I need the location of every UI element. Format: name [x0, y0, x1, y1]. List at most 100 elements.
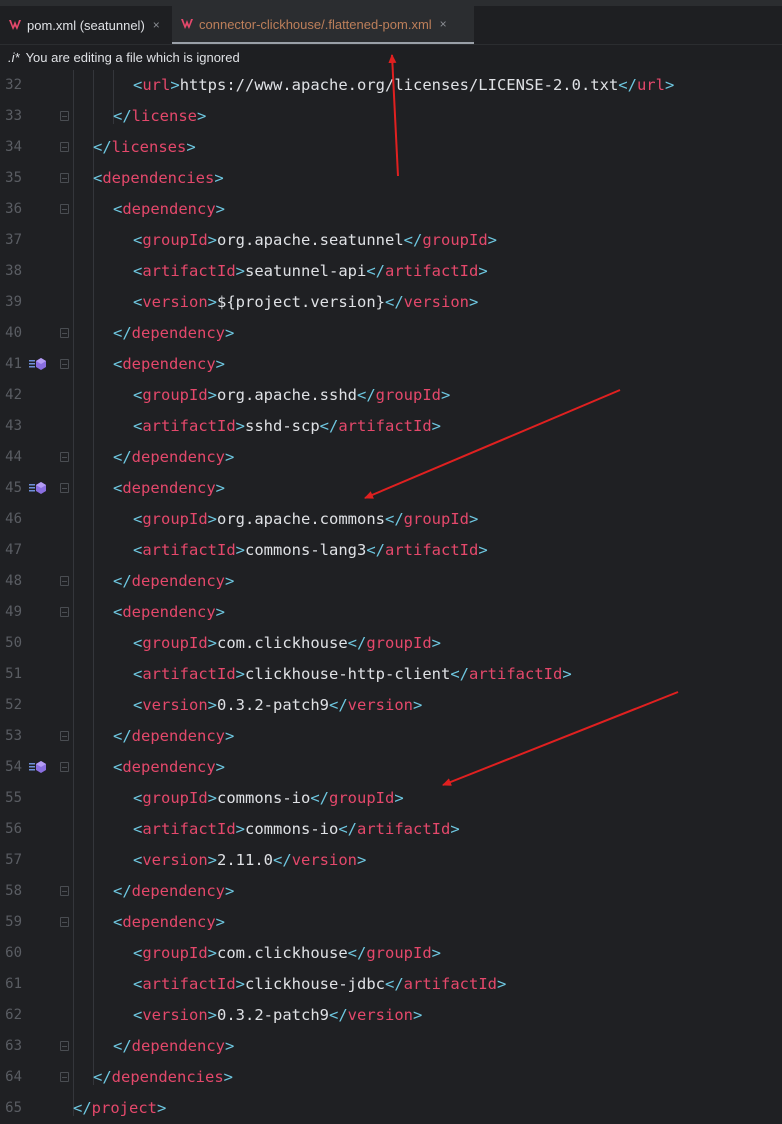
code-line: 39 <version>${project.version}</version> [0, 287, 782, 318]
xml-bracket: > [235, 665, 246, 683]
fold-marker-icon[interactable] [60, 607, 69, 617]
xml-code: <dependency> [113, 752, 225, 783]
fold-marker-icon[interactable] [60, 359, 69, 369]
code-line: 47 <artifactId>commons-lang3</artifactId> [0, 535, 782, 566]
xml-text-value: clickhouse-jdbc [245, 975, 385, 993]
xml-bracket: < [133, 851, 143, 869]
xml-tag-name: dependency [122, 355, 216, 373]
tab-flattened-pom-xml[interactable]: connector-clickhouse/.flattened-pom.xml … [172, 6, 474, 44]
xml-text-value: sshd-scp [245, 417, 320, 435]
xml-code: <groupId>com.clickhouse</groupId> [133, 938, 441, 969]
line-number: 49 [5, 604, 22, 620]
fold-marker-icon[interactable] [60, 576, 69, 586]
line-number: 52 [5, 697, 22, 713]
fold-marker-icon[interactable] [60, 328, 69, 338]
close-tab-icon[interactable]: × [440, 17, 447, 31]
code-line: 34 </licenses> [0, 132, 782, 163]
xml-code: </dependency> [113, 566, 234, 597]
xml-code: </dependency> [113, 442, 234, 473]
xml-tag-name: version [142, 1006, 208, 1024]
code-line: 44 </dependency> [0, 442, 782, 473]
xml-code: <dependency> [113, 194, 225, 225]
xml-bracket: > [413, 696, 423, 714]
code-line: 50 <groupId>com.clickhouse</groupId> [0, 628, 782, 659]
xml-tag-name: groupId [142, 789, 208, 807]
maven-dependency-icon[interactable] [29, 760, 47, 774]
fold-marker-icon[interactable] [60, 204, 69, 214]
tab-label: connector-clickhouse/.flattened-pom.xml [199, 16, 432, 32]
fold-marker-icon[interactable] [60, 1041, 69, 1051]
line-number: 54 [5, 759, 22, 775]
xml-code: <version>2.11.0</version> [133, 845, 366, 876]
xml-tag-name: groupId [366, 634, 432, 652]
fold-marker-icon[interactable] [60, 483, 69, 493]
line-number: 63 [5, 1038, 22, 1054]
xml-bracket: < [113, 913, 123, 931]
tab-pom-xml-seatunnel[interactable]: pom.xml (seatunnel) × [0, 6, 172, 44]
xml-bracket: </ [73, 1099, 92, 1117]
xml-tag-name: version [403, 293, 469, 311]
maven-dependency-icon[interactable] [29, 481, 47, 495]
line-number: 62 [5, 1007, 22, 1023]
xml-text-value: org.apache.seatunnel [217, 231, 404, 249]
fold-marker-icon[interactable] [60, 452, 69, 462]
line-number: 39 [5, 294, 22, 310]
code-line: 60 <groupId>com.clickhouse</groupId> [0, 938, 782, 969]
xml-tag-name: url [142, 76, 171, 94]
line-number: 47 [5, 542, 22, 558]
xml-bracket: </ [385, 975, 404, 993]
xml-bracket: > [170, 76, 180, 94]
fold-marker-icon[interactable] [60, 142, 69, 152]
code-line: 55 <groupId>commons-io</groupId> [0, 783, 782, 814]
xml-tag-name: artifactId [469, 665, 563, 683]
code-line: 46 <groupId>org.apache.commons</groupId> [0, 504, 782, 535]
fold-marker-icon[interactable] [60, 173, 69, 183]
xml-bracket: > [207, 386, 218, 404]
xml-bracket: </ [403, 231, 423, 249]
xml-bracket: < [133, 634, 143, 652]
maven-dependency-icon[interactable] [29, 357, 47, 371]
notice-text: You are editing a file which is ignored [25, 50, 240, 65]
code-line: 59 <dependency> [0, 907, 782, 938]
xml-code: <version>0.3.2-patch9</version> [133, 690, 422, 721]
line-number: 35 [5, 170, 22, 186]
xml-bracket: > [215, 913, 226, 931]
ignored-file-notice: .i* You are editing a file which is igno… [0, 45, 782, 70]
xml-bracket: > [214, 169, 224, 187]
fold-marker-icon[interactable] [60, 731, 69, 741]
xml-bracket: > [215, 603, 226, 621]
xml-bracket: > [207, 851, 218, 869]
line-number: 61 [5, 976, 22, 992]
xml-text-value: org.apache.sshd [217, 386, 357, 404]
code-line: 43 <artifactId>sshd-scp</artifactId> [0, 411, 782, 442]
code-line: 48 </dependency> [0, 566, 782, 597]
line-number: 64 [5, 1069, 22, 1085]
xml-bracket: < [133, 789, 143, 807]
fold-marker-icon[interactable] [60, 1072, 69, 1082]
fold-marker-icon[interactable] [60, 917, 69, 927]
xml-bracket: </ [93, 1068, 112, 1086]
xml-code: <groupId>org.apache.seatunnel</groupId> [133, 225, 497, 256]
fold-marker-icon[interactable] [60, 111, 69, 121]
xml-tag-name: dependencies [111, 1068, 224, 1086]
code-editor[interactable]: 32 <url>https://www.apache.org/licenses/L… [0, 70, 782, 1117]
line-number: 40 [5, 325, 22, 341]
xml-tag-name: dependency [131, 324, 225, 342]
xml-bracket: < [133, 541, 143, 559]
xml-tag-name: dependency [131, 448, 225, 466]
code-line: 42 <groupId>org.apache.sshd</groupId> [0, 380, 782, 411]
code-line: 51 <artifactId>clickhouse-http-client</ar… [0, 659, 782, 690]
xml-tag-name: artifactId [142, 820, 236, 838]
xml-bracket: > [235, 820, 246, 838]
xml-bracket: > [215, 479, 226, 497]
close-tab-icon[interactable]: × [153, 18, 160, 32]
xml-bracket: </ [618, 76, 637, 94]
xml-code: <dependency> [113, 349, 225, 380]
xml-code: <artifactId>seatunnel-api</artifactId> [133, 256, 488, 287]
xml-code: </project> [73, 1093, 166, 1124]
xml-text-value: ${project.version} [217, 293, 385, 311]
xml-bracket: > [235, 541, 246, 559]
fold-marker-icon[interactable] [60, 886, 69, 896]
fold-marker-icon[interactable] [60, 762, 69, 772]
xml-bracket: > [225, 572, 235, 590]
